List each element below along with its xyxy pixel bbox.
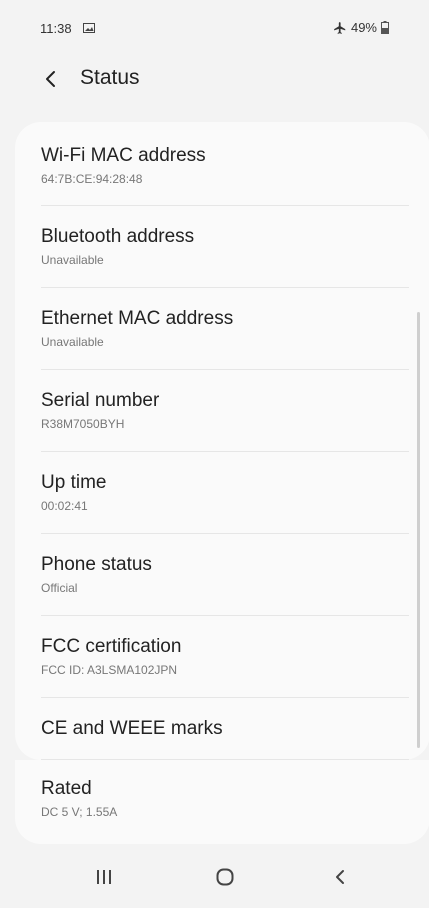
list-item-title: Ethernet MAC address bbox=[41, 308, 234, 329]
status-right: 49% bbox=[333, 20, 389, 35]
airplane-icon bbox=[334, 21, 346, 34]
divider bbox=[41, 615, 409, 616]
list-item-up-time[interactable]: Up time 00:02:41 bbox=[41, 472, 409, 513]
list-item-title: FCC certification bbox=[41, 636, 182, 657]
list-item-title: Phone status bbox=[41, 554, 152, 575]
page-title: Status bbox=[80, 66, 140, 89]
list-item-phone-status[interactable]: Phone status Official bbox=[41, 554, 409, 595]
list-item-subtitle: R38M7050BYH bbox=[41, 417, 125, 431]
list-item-subtitle: DC 5 V; 1.55A bbox=[41, 805, 118, 819]
list-item-rated[interactable]: Rated DC 5 V; 1.55A bbox=[41, 778, 409, 819]
navigation-bar bbox=[0, 848, 429, 908]
list-item-wifi-mac[interactable]: Wi-Fi MAC address 64:7B:CE:94:28:48 bbox=[41, 145, 409, 186]
home-button[interactable] bbox=[195, 852, 255, 902]
divider bbox=[41, 369, 409, 370]
list-item-ethernet-mac[interactable]: Ethernet MAC address Unavailable bbox=[41, 308, 409, 349]
home-icon bbox=[216, 868, 234, 886]
list-item-subtitle: Unavailable bbox=[41, 335, 104, 349]
status-time: 11:38 bbox=[40, 21, 72, 36]
list-item-subtitle: FCC ID: A3LSMA102JPN bbox=[41, 663, 178, 677]
list-item-title: Bluetooth address bbox=[41, 226, 195, 247]
divider bbox=[41, 287, 409, 288]
back-button[interactable] bbox=[33, 61, 69, 97]
divider bbox=[41, 533, 409, 534]
status-list: Wi-Fi MAC address 64:7B:CE:94:28:48 Blue… bbox=[15, 122, 429, 760]
scrollbar[interactable] bbox=[417, 312, 420, 748]
list-item-title: Rated bbox=[41, 778, 92, 799]
status-list-bottom: Rated DC 5 V; 1.55A bbox=[15, 760, 429, 844]
battery-icon bbox=[381, 21, 389, 34]
list-item-title: Serial number bbox=[41, 390, 160, 411]
image-icon bbox=[83, 23, 95, 33]
status-bar: 11:38 49% bbox=[0, 0, 429, 52]
list-item-title: Wi-Fi MAC address bbox=[41, 145, 206, 166]
recent-apps-icon bbox=[97, 870, 111, 884]
nav-back-button[interactable] bbox=[310, 852, 370, 902]
list-item-fcc-certification[interactable]: FCC certification FCC ID: A3LSMA102JPN bbox=[41, 636, 409, 677]
app-header: Status bbox=[0, 52, 429, 106]
list-item-subtitle: Official bbox=[41, 581, 78, 595]
divider bbox=[41, 697, 409, 698]
list-item-title: CE and WEEE marks bbox=[41, 718, 223, 739]
battery-percent: 49% bbox=[350, 20, 377, 35]
list-item-subtitle: 64:7B:CE:94:28:48 bbox=[41, 172, 143, 186]
list-item-bluetooth-address[interactable]: Bluetooth address Unavailable bbox=[41, 226, 409, 267]
divider bbox=[41, 205, 409, 206]
list-item-subtitle: 00:02:41 bbox=[41, 499, 88, 513]
back-icon bbox=[336, 870, 344, 884]
list-item-serial-number[interactable]: Serial number R38M7050BYH bbox=[41, 390, 409, 431]
back-arrow-icon bbox=[46, 71, 55, 87]
list-item-title: Up time bbox=[41, 472, 107, 493]
list-item-subtitle: Unavailable bbox=[41, 253, 104, 267]
recent-apps-button[interactable] bbox=[74, 852, 134, 902]
list-item-ce-weee-marks[interactable]: CE and WEEE marks bbox=[41, 718, 409, 740]
divider bbox=[41, 451, 409, 452]
